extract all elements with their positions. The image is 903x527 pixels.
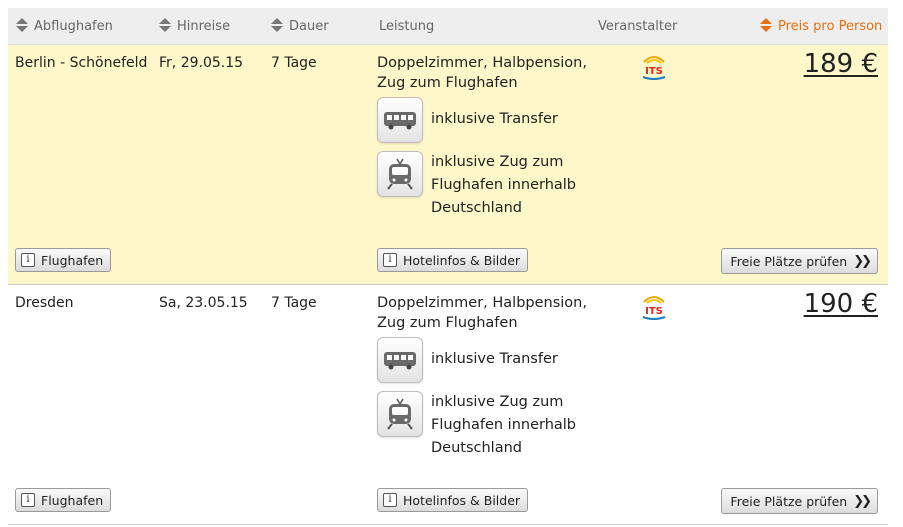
feature-train: inklusive Zug zum Flughafen innerhalb De… <box>377 391 591 460</box>
feature-transfer: inklusive Transfer <box>377 97 558 143</box>
check-availability-button[interactable]: Freie Plätze prüfen ❯❯ <box>721 248 878 274</box>
trip-duration: 7 Tage <box>271 55 317 71</box>
sort-abflughafen[interactable]: Abflughafen <box>16 8 113 45</box>
service-description: Doppelzimmer, Halbpension, Zug zum Flugh… <box>377 295 587 331</box>
feature-transfer: inklusive Transfer <box>377 337 558 383</box>
sort-arrows-icon <box>760 18 772 32</box>
train-icon <box>377 391 423 437</box>
svg-text:ITS: ITS <box>645 306 663 317</box>
button-label: Hotelinfos & Bilder <box>403 252 521 268</box>
feature-train: inklusive Zug zum Flughafen innerhalb De… <box>377 151 591 220</box>
check-availability-button[interactable]: Freie Plätze prüfen ❯❯ <box>721 488 878 514</box>
feature-text: inklusive Transfer <box>431 351 558 367</box>
sort-arrows-icon <box>271 18 283 32</box>
bus-icon <box>377 97 423 143</box>
column-label-abflughafen: Abflughafen <box>34 19 113 34</box>
feature-text: inklusive Zug zum Flughafen innerhalb De… <box>431 394 577 456</box>
double-chevron-right-icon: ❯❯ <box>853 493 872 509</box>
price-per-person[interactable]: 189 € <box>804 49 878 79</box>
hotel-info-button[interactable]: i Hotelinfos & Bilder <box>377 488 529 512</box>
info-icon: i <box>21 253 35 267</box>
column-label-veranstalter: Veranstalter <box>598 19 678 34</box>
offer-row: Dresden Sa, 23.05.15 7 Tage Doppelzimmer… <box>8 285 888 525</box>
feature-text: inklusive Transfer <box>431 111 558 127</box>
button-label: Hotelinfos & Bilder <box>403 492 521 508</box>
button-label: Freie Plätze prüfen <box>730 253 848 269</box>
offer-row: Berlin - Schönefeld Fr, 29.05.15 7 Tage … <box>8 45 888 285</box>
column-label-preis: Preis pro Person <box>778 19 883 34</box>
results-table-header: Abflughafen Hinreise Dauer Leistung Vera… <box>8 8 888 45</box>
button-label: Freie Plätze prüfen <box>730 493 848 509</box>
departure-date: Fr, 29.05.15 <box>159 55 244 71</box>
service-description: Doppelzimmer, Halbpension, Zug zum Flugh… <box>377 55 587 91</box>
price-per-person[interactable]: 190 € <box>804 289 878 319</box>
sort-preis-pro-person[interactable]: Preis pro Person <box>760 8 882 45</box>
column-label-hinreise: Hinreise <box>177 19 231 34</box>
column-label-dauer: Dauer <box>289 19 329 34</box>
button-label: Flughafen <box>41 492 104 508</box>
train-icon <box>377 151 423 197</box>
trip-duration: 7 Tage <box>271 295 317 311</box>
info-icon: i <box>21 493 35 507</box>
departure-airport: Dresden <box>15 295 74 311</box>
its-logo: ITS <box>640 294 668 320</box>
sort-dauer[interactable]: Dauer <box>271 8 329 45</box>
info-icon: i <box>383 253 397 267</box>
svg-text:ITS: ITS <box>645 66 663 77</box>
sort-arrows-icon <box>159 18 171 32</box>
airport-info-button[interactable]: i Flughafen <box>15 488 112 512</box>
sort-hinreise[interactable]: Hinreise <box>159 8 230 45</box>
column-label-leistung: Leistung <box>379 19 435 34</box>
info-icon: i <box>383 493 397 507</box>
feature-text: inklusive Zug zum Flughafen innerhalb De… <box>431 154 577 216</box>
hotel-info-button[interactable]: i Hotelinfos & Bilder <box>377 248 529 272</box>
departure-airport: Berlin - Schönefeld <box>15 55 148 71</box>
button-label: Flughafen <box>41 252 104 268</box>
double-chevron-right-icon: ❯❯ <box>853 253 872 269</box>
bus-icon <box>377 337 423 383</box>
departure-date: Sa, 23.05.15 <box>159 295 248 311</box>
airport-info-button[interactable]: i Flughafen <box>15 248 112 272</box>
its-logo: ITS <box>640 54 668 80</box>
sort-arrows-icon <box>16 18 28 32</box>
